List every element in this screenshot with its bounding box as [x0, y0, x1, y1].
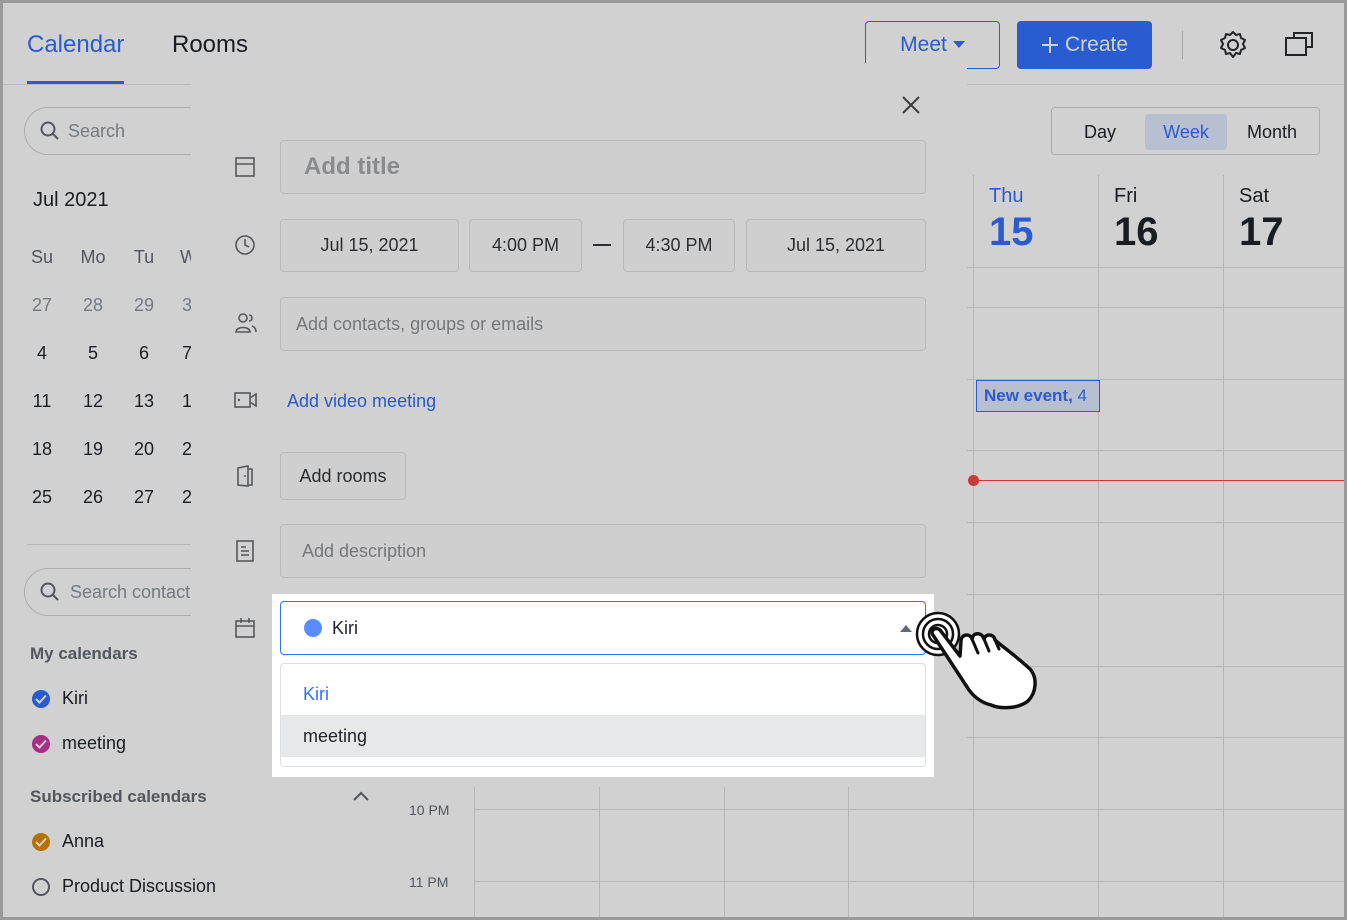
- dropdown-option-kiri[interactable]: Kiri: [281, 673, 925, 715]
- add-rooms-button[interactable]: Add rooms: [280, 452, 406, 500]
- end-time-picker[interactable]: 4:30 PM: [623, 219, 735, 272]
- contacts-input[interactable]: Add contacts, groups or emails: [280, 297, 926, 351]
- dropdown-option-meeting[interactable]: meeting: [281, 715, 925, 757]
- start-time-picker[interactable]: 4:00 PM: [469, 219, 582, 272]
- add-video-meeting-link[interactable]: Add video meeting: [287, 391, 436, 412]
- end-date-picker[interactable]: Jul 15, 2021: [746, 219, 926, 272]
- calendar-dropdown: Kiri meeting: [280, 663, 926, 767]
- people-icon: [235, 313, 257, 333]
- app-window: Calendar Rooms Meet Create Search Jul 20…: [0, 0, 1347, 920]
- time-range-dash: [593, 244, 611, 246]
- calendar-select[interactable]: Kiri: [280, 601, 926, 655]
- close-icon[interactable]: [901, 95, 921, 115]
- door-icon: [237, 465, 253, 487]
- title-input[interactable]: Add title: [280, 140, 926, 194]
- title-icon: [235, 157, 255, 177]
- tap-hand-cursor-icon: [915, 611, 1037, 710]
- description-input[interactable]: Add description: [280, 524, 926, 578]
- calendar-icon: [235, 618, 255, 638]
- caret-up-icon[interactable]: [900, 625, 912, 632]
- start-date-picker[interactable]: Jul 15, 2021: [280, 219, 459, 272]
- calendar-select-value: Kiri: [332, 617, 358, 638]
- description-icon: [236, 540, 254, 562]
- video-camera-icon: [234, 392, 257, 408]
- calendar-color-dot: [304, 619, 322, 637]
- clock-icon: [235, 235, 255, 255]
